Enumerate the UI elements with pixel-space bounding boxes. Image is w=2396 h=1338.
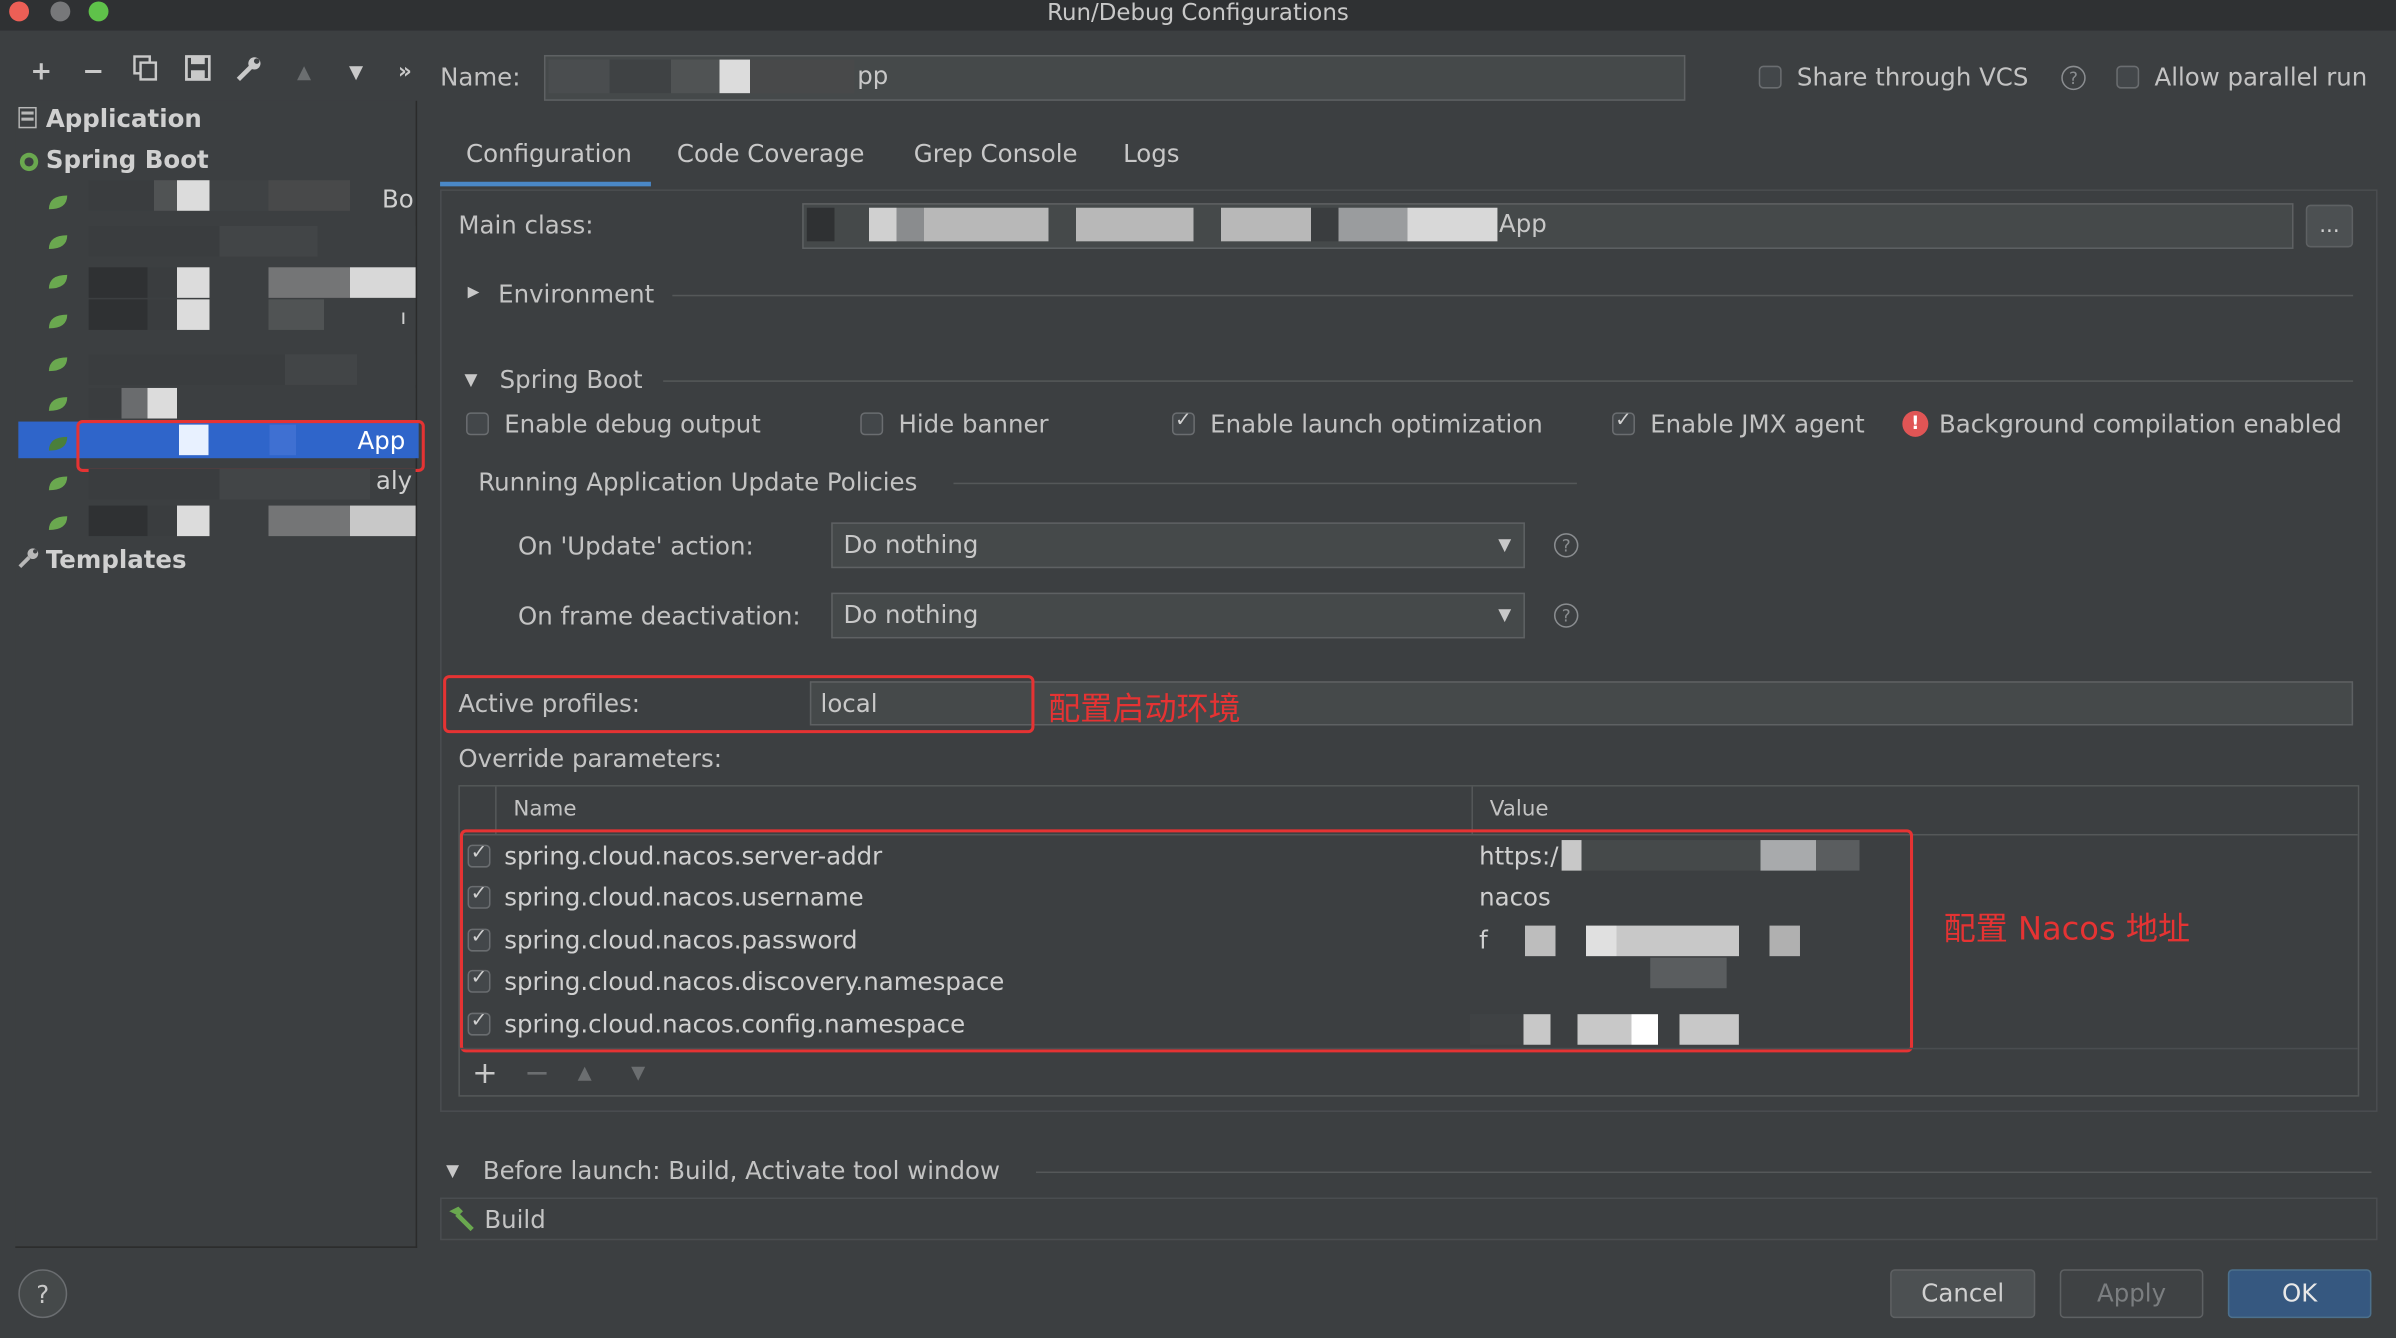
override-parameters-label: Override parameters:	[458, 743, 723, 773]
active-profiles-field[interactable]: local	[809, 681, 2354, 726]
spring-leaf-icon	[46, 354, 70, 372]
spring-leaf-icon	[46, 473, 70, 491]
edit-templates-wrench-icon[interactable]	[232, 55, 266, 89]
tree-item-label[interactable]: ı	[400, 305, 406, 329]
chevron-down-icon: ▼	[1498, 604, 1512, 625]
spring-leaf-icon	[46, 232, 70, 250]
share-vcs-label: Share through VCS	[1796, 62, 2029, 92]
tree-item-label[interactable]: aly	[376, 466, 412, 495]
help-icon[interactable]: ?	[2061, 65, 2086, 91]
warning-icon: !	[1902, 410, 1929, 437]
move-down-icon[interactable]: ▼	[631, 1062, 645, 1083]
annotation-profiles: 配置启动环境	[1048, 690, 1241, 728]
environment-section[interactable]: Environment	[498, 280, 654, 309]
enable-launch-optimization-checkbox[interactable]	[1171, 409, 1195, 436]
collapse-arrow-icon[interactable]: ▼	[446, 1161, 459, 1181]
build-hammer-icon	[449, 1206, 474, 1232]
column-header-value[interactable]: Value	[1490, 797, 1549, 821]
title-bar: Run/Debug Configurations	[0, 0, 2396, 31]
enable-debug-checkbox[interactable]	[466, 412, 489, 436]
save-configuration-icon[interactable]	[180, 55, 214, 89]
enable-jmx-label: Enable JMX agent	[1650, 409, 1865, 439]
spring-leaf-icon	[46, 394, 70, 412]
help-button[interactable]: ?	[18, 1269, 68, 1319]
browse-main-class-button[interactable]: ...	[2305, 204, 2354, 248]
share-vcs-checkbox[interactable]	[1758, 65, 1782, 89]
on-update-label: On 'Update' action:	[517, 531, 754, 561]
spring-leaf-icon	[46, 272, 70, 290]
before-launch-section[interactable]: Before launch: Build, Activate tool wind…	[483, 1156, 1000, 1185]
table-header	[459, 786, 2358, 836]
column-header-name[interactable]: Name	[513, 797, 576, 821]
name-field[interactable]: pp	[543, 54, 1686, 101]
collapse-arrow-icon[interactable]: ▼	[465, 370, 478, 390]
tree-item-label[interactable]: Bo	[382, 185, 414, 214]
add-parameter-button[interactable]: +	[472, 1054, 498, 1091]
annotation-box-tree	[76, 420, 425, 472]
hide-banner-checkbox[interactable]	[860, 412, 884, 436]
enable-debug-label: Enable debug output	[504, 409, 761, 439]
build-task[interactable]: Build	[484, 1205, 545, 1234]
tree-node-templates[interactable]: Templates	[46, 545, 187, 574]
expand-arrow-icon[interactable]: ▶	[468, 284, 480, 301]
name-value: pp	[857, 61, 889, 91]
enable-launch-optimization-label: Enable launch optimization	[1210, 409, 1543, 439]
tab-active-indicator	[440, 181, 651, 187]
application-icon	[18, 106, 37, 129]
help-icon[interactable]: ?	[1553, 603, 1579, 628]
main-class-field[interactable]: App	[802, 203, 2294, 249]
on-frame-select[interactable]: Do nothing ▼	[831, 592, 1525, 639]
ok-button[interactable]: OK	[2227, 1269, 2372, 1319]
main-class-value: App	[1498, 209, 1547, 239]
on-frame-value: Do nothing	[843, 600, 979, 630]
help-icon[interactable]: ?	[1553, 533, 1579, 558]
move-up-icon[interactable]: ▲	[578, 1062, 592, 1083]
cancel-button[interactable]: Cancel	[1890, 1269, 2036, 1319]
remove-configuration-button[interactable]: −	[76, 55, 110, 89]
window-title: Run/Debug Configurations	[1047, 0, 1349, 26]
move-up-icon[interactable]: ▲	[287, 55, 321, 89]
tab-logs[interactable]: Logs	[1123, 139, 1179, 168]
apply-button[interactable]: Apply	[2059, 1269, 2204, 1319]
main-class-label: Main class:	[458, 210, 594, 240]
divider	[953, 482, 1577, 485]
spring-boot-section[interactable]: Spring Boot	[500, 365, 643, 394]
divider	[663, 380, 2354, 382]
spring-leaf-icon	[46, 434, 70, 452]
move-down-icon[interactable]: ▼	[339, 55, 373, 89]
annotation-box-profiles	[443, 675, 1035, 734]
before-launch-list[interactable]	[440, 1197, 2378, 1241]
tab-code-coverage[interactable]: Code Coverage	[677, 139, 864, 168]
tab-grep-console[interactable]: Grep Console	[914, 139, 1078, 168]
background-compilation-label: Background compilation enabled	[1939, 409, 2342, 439]
tree-node-spring-boot[interactable]: Spring Boot	[46, 145, 209, 174]
spring-leaf-icon	[46, 513, 70, 531]
copy-configuration-icon[interactable]	[128, 55, 162, 89]
name-label: Name:	[440, 62, 521, 92]
enable-jmx-checkbox[interactable]	[1612, 409, 1635, 436]
spring-leaf-icon	[46, 312, 70, 330]
divider	[1035, 1171, 2372, 1174]
on-update-select[interactable]: Do nothing ▼	[831, 522, 1525, 569]
more-actions-icon[interactable]: »	[388, 55, 422, 89]
on-frame-label: On frame deactivation:	[517, 601, 801, 631]
divider	[459, 1047, 2358, 1050]
remove-parameter-button[interactable]: −	[524, 1054, 550, 1091]
hide-banner-label: Hide banner	[898, 409, 1049, 439]
allow-parallel-label: Allow parallel run	[2154, 62, 2368, 92]
chevron-down-icon: ▼	[1498, 534, 1512, 555]
spring-boot-icon	[19, 152, 39, 172]
annotation-nacos: 配置 Nacos 地址	[1943, 910, 2191, 947]
allow-parallel-checkbox[interactable]	[2116, 65, 2140, 89]
tree-node-application[interactable]: Application	[46, 104, 202, 133]
divider	[672, 294, 2354, 297]
update-policies-heading: Running Application Update Policies	[478, 467, 918, 497]
on-update-value: Do nothing	[843, 530, 979, 560]
templates-wrench-icon	[18, 548, 39, 569]
annotation-box-nacos	[459, 829, 1914, 1053]
add-configuration-button[interactable]: +	[24, 55, 58, 89]
tab-configuration[interactable]: Configuration	[466, 139, 632, 168]
spring-leaf-icon	[46, 192, 70, 210]
